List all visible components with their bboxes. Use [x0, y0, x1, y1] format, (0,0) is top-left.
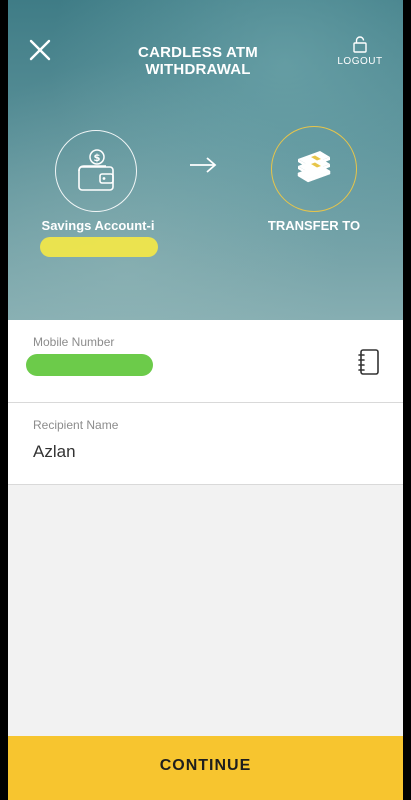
- transfer-to-button[interactable]: [271, 126, 357, 212]
- header-banner: CARDLESS ATM WITHDRAWAL LOGOUT $ Savings…: [8, 0, 403, 320]
- continue-button[interactable]: CONTINUE: [8, 736, 403, 800]
- app-screen: CARDLESS ATM WITHDRAWAL LOGOUT $ Savings…: [8, 0, 403, 800]
- logout-label: LOGOUT: [337, 56, 383, 67]
- address-book-icon: [358, 349, 379, 375]
- redaction-mark: [40, 237, 158, 257]
- svg-text:$: $: [94, 153, 101, 164]
- money-stack-icon: [297, 151, 331, 183]
- contacts-button[interactable]: [357, 348, 381, 376]
- mobile-number-field[interactable]: Mobile Number: [8, 320, 403, 403]
- redaction-mark: [26, 354, 153, 376]
- from-account-button[interactable]: $: [55, 130, 137, 212]
- logout-button[interactable]: LOGOUT: [334, 36, 386, 70]
- transfer-to-label: TRANSFER TO: [267, 218, 361, 233]
- recipient-name-field[interactable]: Recipient Name Azlan: [8, 403, 403, 485]
- mobile-number-label: Mobile Number: [33, 335, 115, 349]
- close-button[interactable]: [28, 38, 52, 62]
- wallet-icon: $: [78, 149, 114, 191]
- recipient-name-label: Recipient Name: [33, 418, 119, 432]
- close-icon: [29, 39, 51, 61]
- page-title: CARDLESS ATM WITHDRAWAL: [138, 44, 258, 78]
- recipient-name-value[interactable]: Azlan: [33, 442, 76, 462]
- lock-icon: [353, 36, 367, 53]
- arrow-right-icon: [190, 157, 217, 173]
- from-account-label: Savings Account-i: [41, 218, 155, 233]
